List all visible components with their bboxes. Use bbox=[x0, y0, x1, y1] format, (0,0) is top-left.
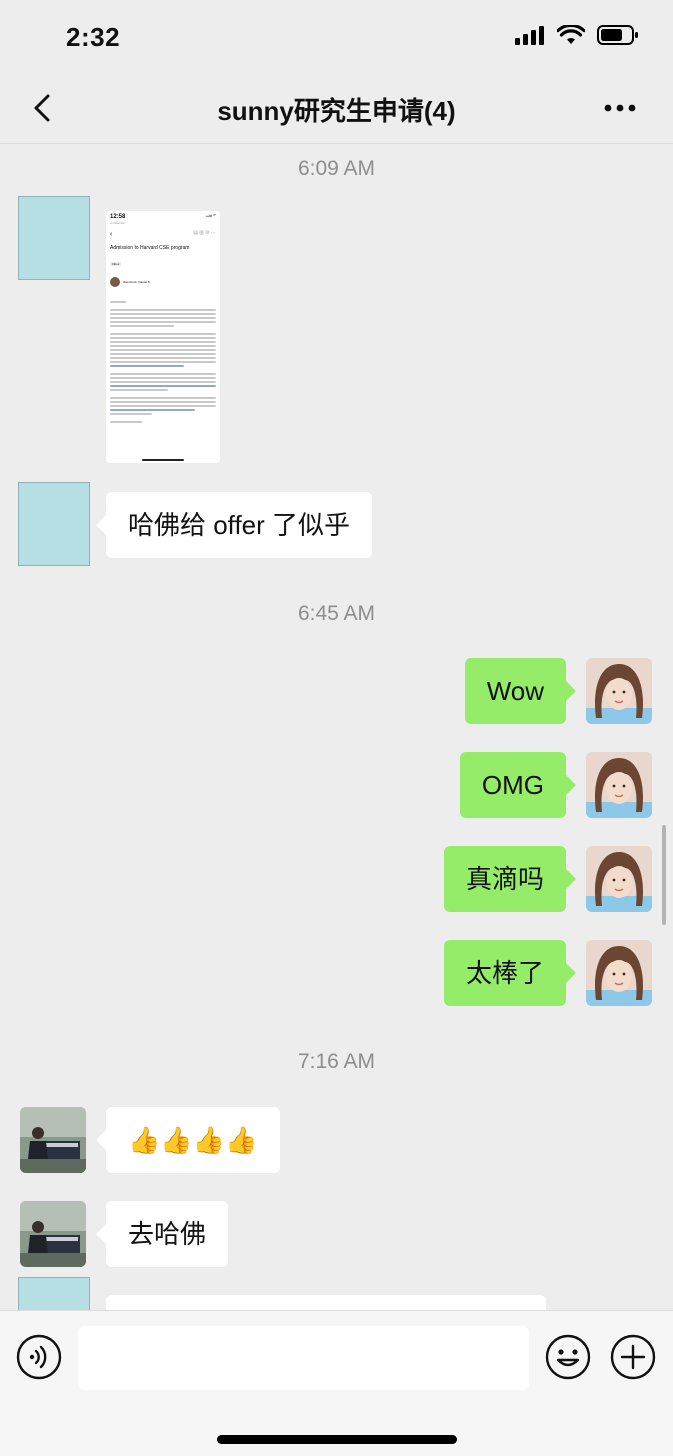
email-screenshot-image[interactable]: 12:58 ▂▄ ▰ ◂ Calendar ‹ ▤ ▥ ✉ ⋯ Admissio… bbox=[106, 211, 220, 463]
sender-avatar[interactable] bbox=[18, 196, 90, 280]
self-avatar[interactable] bbox=[586, 658, 652, 724]
message-bubble-self[interactable]: 真滴吗 bbox=[443, 846, 577, 912]
self-avatar[interactable] bbox=[586, 940, 652, 1006]
status-icons bbox=[515, 24, 639, 46]
wifi-icon bbox=[557, 25, 585, 45]
sender-avatar[interactable] bbox=[18, 482, 90, 566]
emoji-button[interactable] bbox=[545, 1334, 591, 1380]
message-bubble-self[interactable]: OMG bbox=[459, 752, 577, 818]
shot-sender: Weinstock, Daniel S bbox=[123, 280, 150, 284]
home-indicator bbox=[217, 1435, 457, 1444]
signal-icon bbox=[515, 25, 545, 45]
sender-avatar[interactable] bbox=[20, 1201, 86, 1267]
message-bubble-self[interactable]: 太棒了 bbox=[443, 940, 577, 1006]
message-bubble[interactable]: 哈佛给 offer 了似乎 bbox=[95, 492, 373, 558]
timestamp: 6:45 AM bbox=[297, 602, 376, 625]
shot-subject: Admission to Harvard CSE program bbox=[110, 245, 190, 251]
self-avatar[interactable] bbox=[586, 752, 652, 818]
shot-sender-avatar bbox=[110, 277, 120, 287]
message-bubble-partial[interactable] bbox=[106, 1295, 546, 1310]
timestamp: 6:09 AM bbox=[297, 157, 376, 180]
nav-bar: sunny研究生申请(4) bbox=[0, 72, 673, 144]
more-button[interactable] bbox=[603, 94, 637, 122]
message-bubble[interactable]: 去哈佛 bbox=[95, 1201, 229, 1267]
input-bar bbox=[0, 1310, 673, 1456]
status-bar: 2:32 bbox=[0, 0, 673, 72]
plus-button[interactable] bbox=[610, 1334, 656, 1380]
message-bubble[interactable]: 👍👍👍👍 bbox=[96, 1107, 280, 1173]
battery-icon bbox=[597, 24, 639, 46]
plus-icon bbox=[610, 1334, 656, 1380]
voice-button[interactable] bbox=[16, 1334, 62, 1380]
message-input[interactable] bbox=[78, 1326, 529, 1390]
timestamp: 7:16 AM bbox=[297, 1050, 376, 1073]
sender-avatar[interactable] bbox=[20, 1107, 86, 1173]
shot-time: 12:58 bbox=[110, 214, 126, 220]
message-bubble-self[interactable]: Wow bbox=[464, 658, 577, 724]
chat-title: sunny研究生申请(4) bbox=[217, 96, 456, 126]
sender-avatar[interactable] bbox=[18, 1277, 90, 1310]
emoji-icon bbox=[545, 1334, 591, 1380]
voice-icon bbox=[16, 1334, 62, 1380]
self-avatar[interactable] bbox=[586, 846, 652, 912]
status-time: 2:32 bbox=[66, 22, 121, 52]
chat-message-list[interactable]: 6:09 AM 12:58 ▂▄ ▰ ◂ Calendar ‹ ▤ ▥ ✉ ⋯ … bbox=[0, 145, 673, 1310]
shot-back-app: ◂ Calendar bbox=[110, 221, 125, 225]
more-dots-icon bbox=[604, 104, 636, 112]
scrollbar[interactable] bbox=[662, 825, 666, 925]
shot-tag: Inbox bbox=[110, 262, 122, 266]
